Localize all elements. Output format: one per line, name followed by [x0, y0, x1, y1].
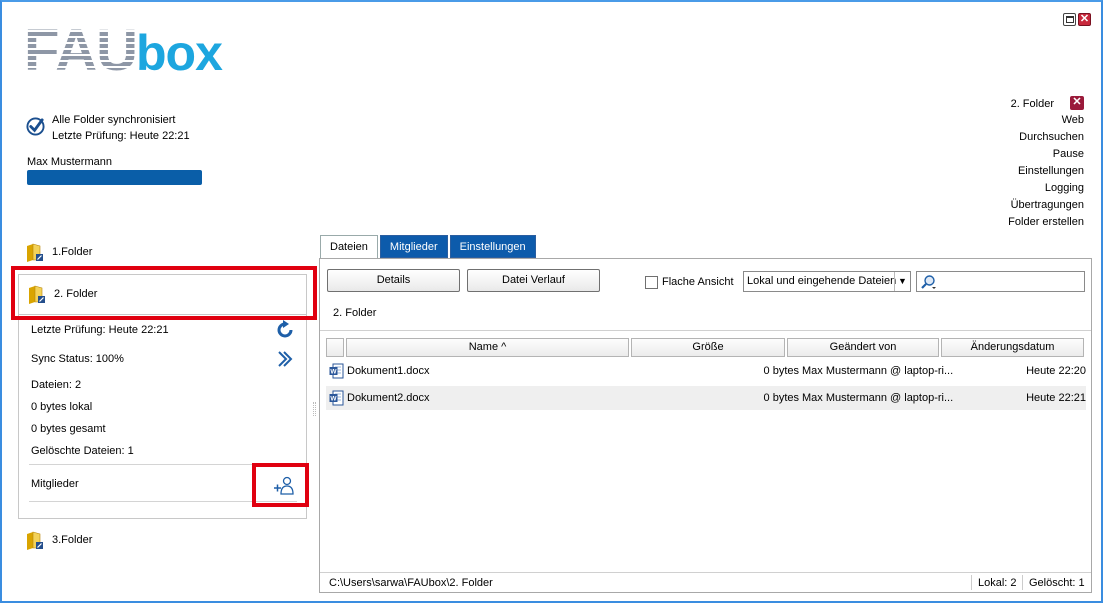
highlight-selected-folder [11, 266, 317, 320]
chevron-down-icon: ▼ [894, 272, 910, 291]
folder-local-size: 0 bytes lokal [31, 401, 93, 413]
menu-pause[interactable]: Pause [1053, 148, 1084, 160]
tab-dateien[interactable]: Dateien [320, 235, 378, 259]
last-check-text: Letzte Prüfung: Heute 22:21 [52, 130, 190, 142]
file-size: 0 bytes [763, 392, 799, 404]
menu-uebertragungen[interactable]: Übertragungen [1011, 199, 1084, 211]
chevron-right-icon[interactable] [277, 350, 293, 368]
file-name: Dokument2.docx [347, 392, 430, 404]
maximize-icon [1065, 16, 1074, 23]
search-input[interactable] [916, 271, 1085, 292]
folder-sync-status: Sync Status: 100% [31, 353, 124, 365]
deleted-count: Gelöscht: 1 [1029, 577, 1085, 589]
maximize-button[interactable] [1063, 13, 1076, 26]
logo-x: x [195, 25, 223, 81]
file-table-header: Name ^ Größe Geändert von Änderungsdatum [326, 338, 1086, 357]
word-document-icon: W [329, 363, 344, 379]
tab-mitglieder[interactable]: Mitglieder [379, 235, 448, 258]
splitter-handle[interactable] [313, 402, 316, 416]
flat-view-label: Flache Ansicht [662, 276, 734, 288]
breadcrumb: 2. Folder [333, 307, 377, 319]
menu-logging[interactable]: Logging [1045, 182, 1084, 194]
logo-fau-text: FAU [24, 18, 138, 83]
status-bar: C:\Users\sarwa\FAUbox\2. Folder Lokal: 2… [320, 572, 1091, 592]
tab-einstellungen[interactable]: Einstellungen [449, 235, 536, 258]
svg-text:W: W [330, 369, 337, 376]
local-count: Lokal: 2 [978, 577, 1017, 589]
folder-item-3[interactable]: 3.Folder [26, 530, 92, 550]
files-panel: Details Datei Verlauf Flache Ansicht Lok… [319, 258, 1092, 593]
folder-total-size: 0 bytes gesamt [31, 423, 106, 435]
folder-item-1[interactable]: 1.Folder [26, 242, 92, 262]
folder-label: 3.Folder [52, 534, 93, 546]
column-icon [326, 338, 344, 357]
menu-einstellungen[interactable]: Einstellungen [1018, 165, 1084, 177]
file-modified-by: Max Mustermann @ laptop-ri... [802, 365, 954, 377]
refresh-icon[interactable] [275, 320, 295, 340]
folder-last-check: Letzte Prüfung: Heute 22:21 [31, 324, 169, 336]
file-history-button[interactable]: Datei Verlauf [467, 269, 600, 292]
logo-box-text: box [136, 28, 223, 78]
search-icon [921, 275, 936, 289]
file-filter-select[interactable]: Lokal und eingehende Dateien ▼ [743, 271, 911, 292]
close-folder-icon[interactable]: ✕ [1070, 96, 1084, 110]
filter-value: Lokal und eingehende Dateien [747, 275, 897, 287]
quota-bar [27, 170, 202, 185]
divider [971, 575, 972, 590]
column-modified-by[interactable]: Geändert von [787, 338, 939, 357]
logo-bo: bo [136, 25, 196, 81]
user-name: Max Mustermann [27, 156, 112, 168]
table-row[interactable]: W Dokument2.docx 0 bytes Max Mustermann … [326, 386, 1086, 410]
details-button[interactable]: Details [327, 269, 460, 292]
svg-text:W: W [330, 396, 337, 403]
folder-label: 1.Folder [52, 246, 93, 258]
folder-deleted-files: Gelöschte Dateien: 1 [31, 445, 134, 457]
menu-folder-erstellen[interactable]: Folder erstellen [1008, 216, 1084, 228]
faubox-logo: FAU box [24, 18, 238, 83]
close-window-button[interactable]: ✕ [1078, 13, 1091, 26]
file-size: 0 bytes [763, 365, 799, 377]
folder-icon [27, 531, 43, 550]
file-date: Heute 22:20 [1026, 365, 1086, 377]
flat-view-checkbox[interactable] [645, 276, 658, 289]
folder-icon [27, 243, 43, 262]
menu-web[interactable]: Web [1062, 114, 1084, 126]
current-path: C:\Users\sarwa\FAUbox\2. Folder [329, 577, 493, 589]
file-name: Dokument1.docx [347, 365, 430, 377]
app-window: ✕ FAU box Alle Folder synchronisiert Let… [0, 0, 1103, 603]
menu-durchsuchen[interactable]: Durchsuchen [1019, 131, 1084, 143]
sync-status-text: Alle Folder synchronisiert [52, 114, 176, 126]
checkmark-icon [26, 117, 45, 136]
folder-files-count: Dateien: 2 [31, 379, 82, 391]
file-modified-by: Max Mustermann @ laptop-ri... [802, 392, 954, 404]
highlight-add-member [252, 463, 309, 507]
tab-bar: Dateien Mitglieder Einstellungen [320, 235, 538, 259]
word-document-icon: W [329, 390, 344, 406]
divider [1022, 575, 1023, 590]
column-date[interactable]: Änderungsdatum [941, 338, 1084, 357]
current-folder-label: 2. Folder [1010, 98, 1054, 110]
file-date: Heute 22:21 [1026, 392, 1086, 404]
members-label: Mitglieder [31, 478, 79, 490]
column-size[interactable]: Größe [631, 338, 785, 357]
table-row[interactable]: W Dokument1.docx 0 bytes Max Mustermann … [326, 359, 1086, 383]
divider [320, 330, 1091, 331]
column-name[interactable]: Name ^ [346, 338, 629, 357]
